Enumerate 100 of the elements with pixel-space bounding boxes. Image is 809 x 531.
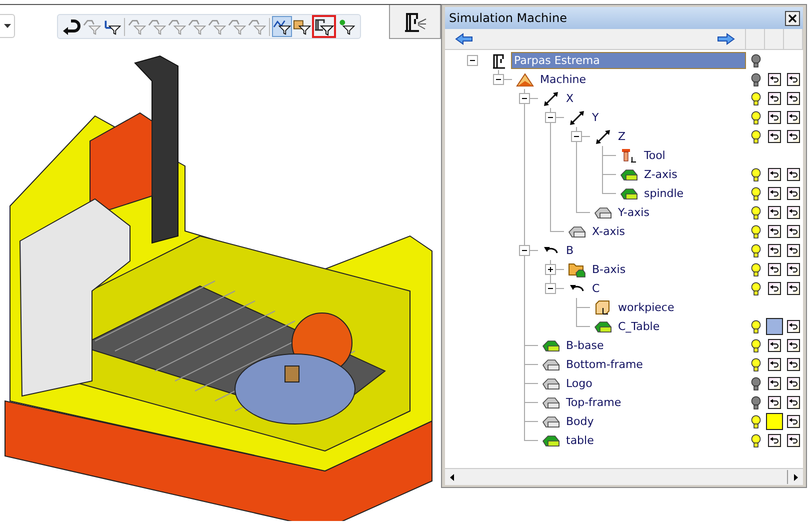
bulb-icon[interactable] xyxy=(750,414,760,428)
return-arrow-icon xyxy=(789,228,798,236)
dropdown-field[interactable] xyxy=(0,14,15,38)
filter-button[interactable] xyxy=(272,16,292,37)
bulb-icon[interactable] xyxy=(750,168,760,182)
horizontal-scrollbar[interactable] xyxy=(445,468,803,485)
bulb-icon[interactable] xyxy=(750,110,760,124)
forward-arrow-icon[interactable] xyxy=(717,33,735,45)
scroll-right-icon[interactable] xyxy=(794,474,798,480)
tree-item[interactable]: Machine xyxy=(537,71,590,88)
color-swatch[interactable] xyxy=(766,318,783,335)
tree-item[interactable]: X xyxy=(563,90,577,107)
reset-button[interactable] xyxy=(768,168,781,181)
tree-item[interactable]: Y-axis xyxy=(615,204,652,221)
reset-button[interactable] xyxy=(787,73,800,86)
reset-button[interactable] xyxy=(768,111,781,124)
reset-button[interactable] xyxy=(787,225,800,238)
tree-item[interactable]: Bottom-frame xyxy=(563,356,646,373)
reset-button[interactable] xyxy=(787,320,800,333)
reset-button[interactable] xyxy=(787,263,800,276)
bulb-icon[interactable] xyxy=(750,338,760,352)
close-button[interactable] xyxy=(785,10,800,26)
tree-item[interactable]: C_Table xyxy=(615,318,663,335)
machine-button[interactable] xyxy=(389,5,441,39)
tree-item[interactable]: Tool xyxy=(641,147,668,164)
bulb-icon[interactable] xyxy=(750,262,760,276)
filter-button[interactable] xyxy=(312,15,336,38)
tree-item[interactable]: Logo xyxy=(563,375,596,392)
color-swatch[interactable] xyxy=(766,413,783,430)
reset-button[interactable] xyxy=(768,396,781,409)
expand-toggle[interactable] xyxy=(545,112,556,123)
bulb-icon[interactable] xyxy=(750,72,760,86)
back-arrow-icon[interactable] xyxy=(455,33,473,45)
tree-item[interactable]: Parpas Estrema xyxy=(511,52,746,69)
bulb-icon[interactable] xyxy=(750,92,760,106)
reset-button[interactable] xyxy=(768,377,781,390)
reset-button[interactable] xyxy=(768,434,781,447)
reset-button[interactable] xyxy=(768,130,781,143)
reset-button[interactable] xyxy=(787,434,800,447)
bulb-icon[interactable] xyxy=(750,54,760,68)
expand-toggle[interactable] xyxy=(519,93,530,104)
reset-button[interactable] xyxy=(787,282,800,295)
reset-button[interactable] xyxy=(787,168,800,181)
reset-button[interactable] xyxy=(768,92,781,105)
tree-item[interactable]: workpiece xyxy=(615,299,678,316)
reset-button[interactable] xyxy=(768,187,781,200)
bulb-icon[interactable] xyxy=(750,320,760,334)
expand-toggle[interactable] xyxy=(545,283,556,294)
reset-button[interactable] xyxy=(787,339,800,352)
tree-item[interactable]: B-base xyxy=(563,337,607,354)
reset-button[interactable] xyxy=(768,263,781,276)
tree-item[interactable]: Z xyxy=(615,128,629,145)
bulb-icon[interactable] xyxy=(750,396,760,410)
scroll-left-icon[interactable] xyxy=(450,474,454,480)
reset-button[interactable] xyxy=(768,244,781,257)
reset-button[interactable] xyxy=(768,73,781,86)
return-arrow-icon xyxy=(770,360,779,368)
reset-button[interactable] xyxy=(787,187,800,200)
return-arrow-icon xyxy=(789,94,798,102)
tree-item[interactable]: B-axis xyxy=(589,261,629,278)
bulb-icon[interactable] xyxy=(750,434,760,448)
reset-button[interactable] xyxy=(787,111,800,124)
return-arrow-icon xyxy=(770,398,779,406)
bulb-icon[interactable] xyxy=(750,224,760,238)
tree-item[interactable]: Top-frame xyxy=(563,394,624,411)
bulb-icon[interactable] xyxy=(750,206,760,220)
bulb-icon[interactable] xyxy=(750,282,760,296)
tree-item[interactable]: spindle xyxy=(641,185,687,202)
reset-button[interactable] xyxy=(768,339,781,352)
tree-item[interactable]: X-axis xyxy=(589,223,628,240)
reset-button[interactable] xyxy=(768,358,781,371)
reset-button[interactable] xyxy=(787,244,800,257)
tree-item[interactable]: Body xyxy=(563,413,597,430)
reset-button[interactable] xyxy=(768,282,781,295)
expand-toggle[interactable] xyxy=(519,245,530,256)
reset-button[interactable] xyxy=(787,130,800,143)
bulb-icon[interactable] xyxy=(750,358,760,372)
reset-button[interactable] xyxy=(787,92,800,105)
return-arrow-icon xyxy=(770,190,779,198)
tree-item[interactable]: Z-axis xyxy=(641,166,680,183)
expand-toggle[interactable] xyxy=(571,131,582,142)
reset-button[interactable] xyxy=(787,415,800,428)
tree-item[interactable]: Y xyxy=(589,109,602,126)
reset-button[interactable] xyxy=(787,396,800,409)
bulb-icon[interactable] xyxy=(750,376,760,390)
reset-button[interactable] xyxy=(768,206,781,219)
reset-button[interactable] xyxy=(787,358,800,371)
tree-item[interactable]: table xyxy=(563,432,597,449)
tree-item[interactable]: B xyxy=(563,242,577,259)
reset-button[interactable] xyxy=(787,206,800,219)
reset-button[interactable] xyxy=(768,225,781,238)
tree-item[interactable]: C xyxy=(589,280,603,297)
bulb-icon[interactable] xyxy=(750,186,760,200)
bulb-icon[interactable] xyxy=(750,130,760,144)
expand-toggle[interactable] xyxy=(467,55,478,66)
expand-toggle[interactable] xyxy=(493,74,504,85)
reset-button[interactable] xyxy=(787,377,800,390)
bulb-icon[interactable] xyxy=(750,244,760,258)
caret-icon xyxy=(4,24,10,28)
expand-toggle[interactable] xyxy=(545,264,556,275)
